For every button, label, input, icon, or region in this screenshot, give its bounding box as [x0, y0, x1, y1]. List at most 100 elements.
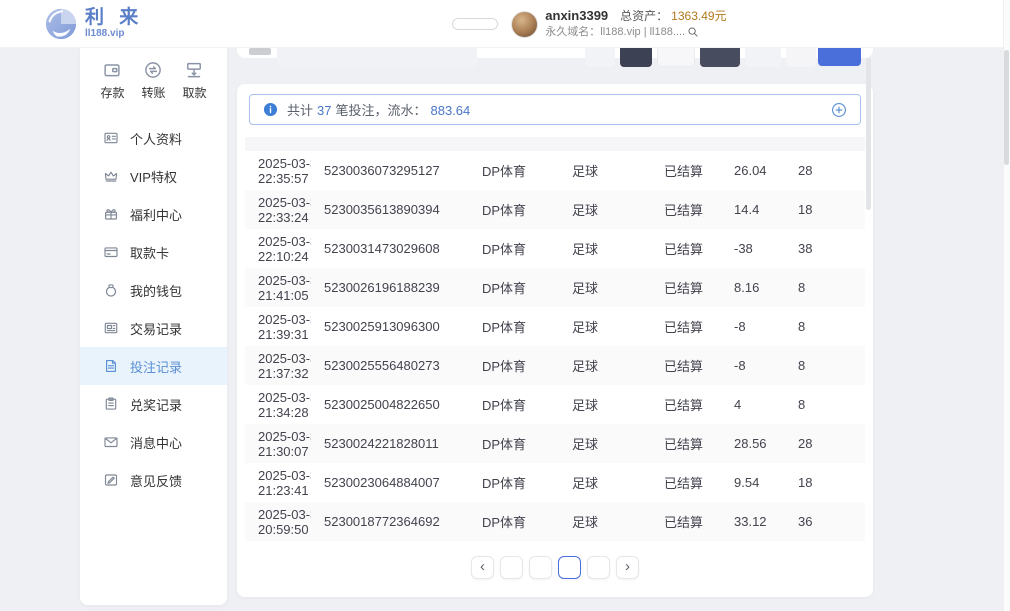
- page-number-button[interactable]: [587, 556, 610, 579]
- cell-bet-status: 已结算: [651, 512, 721, 531]
- cell-date: 2025-03-30 21:34:28: [245, 390, 311, 420]
- sidebar-item[interactable]: 意见反馈: [80, 461, 227, 499]
- cell-bet-status: 已结算: [651, 317, 721, 336]
- site-logo[interactable]: 利 来 ll188.vip: [44, 7, 143, 41]
- filter-segment-ghost[interactable]: [585, 45, 615, 67]
- page-scrollbar-track: [1003, 0, 1010, 611]
- summary-bar: 共计 37 笔投注，流水： 883.64: [249, 94, 861, 125]
- cell-bet-content: 足球: [559, 161, 651, 180]
- cell-date: 2025-03-30 20:59:50: [245, 507, 311, 537]
- cell-order-number: 5230023064884007: [311, 475, 469, 490]
- cell-platform: DP体育: [469, 395, 559, 414]
- cell-platform: DP体育: [469, 239, 559, 258]
- filter-segment-ghost[interactable]: [745, 45, 781, 67]
- cell-valid-amount: 8: [785, 358, 865, 373]
- sidebar-quick-action[interactable]: 存款: [100, 60, 124, 101]
- cell-payout: -38: [721, 241, 785, 256]
- sidebar-item[interactable]: 我的钱包: [80, 271, 227, 309]
- cell-payout: 9.54: [721, 475, 785, 490]
- sidebar-item[interactable]: 兑奖记录: [80, 385, 227, 423]
- cell-payout: 4: [721, 397, 785, 412]
- sidebar-quick-actions: 存款 转账 取款: [80, 60, 227, 101]
- redeem-icon: [103, 396, 119, 412]
- info-icon: [263, 102, 278, 117]
- cell-date: 2025-03-30 21:23:41: [245, 468, 311, 498]
- inner-scrollbar-thumb[interactable]: [866, 58, 871, 210]
- table-row: 2025-03-30 21:41:05 5230026196188239 DP体…: [245, 268, 865, 307]
- vip-icon: [103, 168, 119, 184]
- search-icon[interactable]: [687, 26, 699, 38]
- sidebar-item[interactable]: 取款卡: [80, 233, 227, 271]
- filter-segment-ghost[interactable]: [786, 45, 816, 67]
- table-row: 2025-03-30 21:30:07 5230024221828011 DP体…: [245, 424, 865, 463]
- sidebar-item[interactable]: VIP特权: [80, 157, 227, 195]
- username[interactable]: anxin3399: [545, 9, 608, 22]
- table-body: 2025-03-30 22:35:57 5230036073295127 DP体…: [245, 151, 865, 541]
- bet-count: 37: [317, 103, 331, 118]
- next-page-button[interactable]: ›: [616, 556, 639, 579]
- table-row: 2025-03-30 21:23:41 5230023064884007 DP体…: [245, 463, 865, 502]
- column-header: [559, 137, 651, 151]
- filter-segment-ghost[interactable]: [620, 45, 652, 67]
- cell-platform: DP体育: [469, 434, 559, 453]
- table-row: 2025-03-30 20:59:50 5230018772364692 DP体…: [245, 502, 865, 541]
- page-number-button[interactable]: [558, 556, 581, 579]
- cell-order-number: 5230018772364692: [311, 514, 469, 529]
- page-number-button[interactable]: [529, 556, 552, 579]
- prev-page-button[interactable]: ‹: [471, 556, 494, 579]
- cell-bet-content: 足球: [559, 434, 651, 453]
- profile-icon: [103, 130, 119, 146]
- avatar[interactable]: [511, 11, 538, 38]
- cell-order-number: 5230025556480273: [311, 358, 469, 373]
- filter-label-ghost: [249, 48, 271, 55]
- sidebar-quick-action[interactable]: 取款: [182, 60, 206, 101]
- sidebar-menu: 个人资料 VIP特权 福利中心 取款卡 我的钱包 交易记录 投注记录: [80, 119, 227, 499]
- cell-platform: DP体育: [469, 278, 559, 297]
- sidebar-item[interactable]: 消息中心: [80, 423, 227, 461]
- filter-segment-ghost[interactable]: [700, 45, 740, 67]
- cell-bet-content: 足球: [559, 278, 651, 297]
- cell-bet-status: 已结算: [651, 473, 721, 492]
- cell-bet-content: 足球: [559, 512, 651, 531]
- cell-valid-amount: 28: [785, 436, 865, 451]
- cell-bet-content: 足球: [559, 239, 651, 258]
- message-icon: [103, 434, 119, 450]
- page-scrollbar-thumb[interactable]: [1004, 50, 1009, 165]
- welfare-icon: [103, 206, 119, 222]
- table-row: 2025-03-30 22:10:24 5230031473029608 DP体…: [245, 229, 865, 268]
- sidebar-item[interactable]: 投注记录: [80, 347, 227, 385]
- top-navbar: 利 来 ll188.vip anxin3399 总资产： 1363.49元 永久…: [0, 0, 1010, 48]
- card-icon: [103, 244, 119, 260]
- cell-date: 2025-03-30 21:30:07: [245, 429, 311, 459]
- cell-bet-status: 已结算: [651, 200, 721, 219]
- cell-order-number: 5230036073295127: [311, 163, 469, 178]
- table-row: 2025-03-30 21:37:32 5230025556480273 DP体…: [245, 346, 865, 385]
- cell-bet-status: 已结算: [651, 161, 721, 180]
- cell-order-number: 5230026196188239: [311, 280, 469, 295]
- deposit-icon: [100, 60, 124, 80]
- sidebar-item[interactable]: 福利中心: [80, 195, 227, 233]
- cell-payout: 28.56: [721, 436, 785, 451]
- sidebar-item[interactable]: 交易记录: [80, 309, 227, 347]
- sidebar-quick-action[interactable]: 转账: [141, 60, 165, 101]
- cell-platform: DP体育: [469, 356, 559, 375]
- cell-valid-amount: 36: [785, 514, 865, 529]
- cell-order-number: 5230035613890394: [311, 202, 469, 217]
- cell-payout: 8.16: [721, 280, 785, 295]
- turnover-value: 883.64: [431, 103, 471, 118]
- assets-value: 1363.49元: [671, 10, 726, 22]
- sidebar-item[interactable]: 个人资料: [80, 119, 227, 157]
- cell-valid-amount: 8: [785, 280, 865, 295]
- plus-circle-icon[interactable]: [831, 102, 847, 118]
- page-buttons: [500, 556, 610, 579]
- cell-valid-amount: 28: [785, 163, 865, 178]
- bet-records-panel: 共计 37 笔投注，流水： 883.64 2025-03-30 22:35:57…: [237, 84, 873, 597]
- cell-payout: 33.12: [721, 514, 785, 529]
- table-row: 2025-03-30 22:35:57 5230036073295127 DP体…: [245, 151, 865, 190]
- cell-order-number: 5230031473029608: [311, 241, 469, 256]
- cell-platform: DP体育: [469, 161, 559, 180]
- logo-icon: [44, 7, 78, 41]
- filter-segment-ghost[interactable]: [657, 45, 695, 67]
- page-number-button[interactable]: [500, 556, 523, 579]
- cell-bet-content: 足球: [559, 356, 651, 375]
